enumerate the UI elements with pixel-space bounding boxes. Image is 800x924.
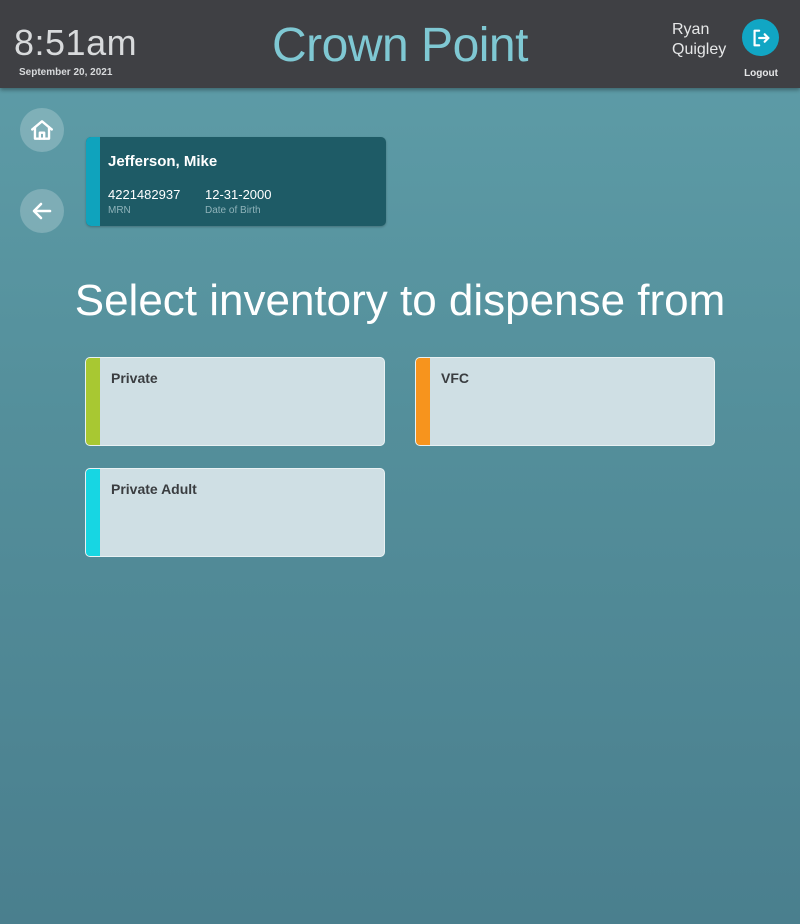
patient-card-accent <box>86 137 100 226</box>
user-first-name: Ryan <box>672 21 710 38</box>
clock-time: 8:51am <box>14 22 138 63</box>
patient-dob-label: Date of Birth <box>205 205 261 216</box>
logout-label[interactable]: Logout <box>736 68 786 79</box>
inventory-card-vfc[interactable]: VFC <box>415 357 715 446</box>
inventory-card-accent <box>416 358 430 445</box>
inventory-card-label: Private <box>111 370 158 386</box>
patient-name: Jefferson, Mike <box>108 153 218 170</box>
site-title: Crown Point <box>272 19 528 72</box>
patient-dob-value: 12-31-2000 <box>205 187 272 202</box>
clock-date: September 20, 2021 <box>19 67 113 78</box>
patient-mrn-label: MRN <box>108 205 131 216</box>
patient-dob: 12-31-2000 Date of Birth <box>205 187 272 216</box>
patient-mrn-value: 4221482937 <box>108 187 181 202</box>
inventory-card-private[interactable]: Private <box>85 357 385 446</box>
inventory-card-private-adult[interactable]: Private Adult <box>85 468 385 557</box>
arrow-left-icon <box>32 202 52 220</box>
back-button[interactable] <box>20 189 64 233</box>
top-header: 8:51am September 20, 2021 Crown Point Ry… <box>0 0 800 88</box>
page-heading: Select inventory to dispense from <box>74 276 726 325</box>
home-icon <box>31 120 53 140</box>
home-button[interactable] <box>20 108 64 152</box>
user-last-name: Quigley <box>672 41 727 58</box>
user-name: Ryan Quigley <box>672 20 738 60</box>
inventory-card-accent <box>86 358 100 445</box>
inventory-card-accent <box>86 469 100 556</box>
patient-mrn: 4221482937 MRN <box>108 187 180 216</box>
inventory-card-label: VFC <box>441 370 469 386</box>
logout-icon <box>752 29 769 46</box>
inventory-card-label: Private Adult <box>111 481 197 497</box>
patient-card: Jefferson, Mike 4221482937 MRN 12-31-200… <box>86 137 386 226</box>
logout-button[interactable] <box>742 19 779 56</box>
